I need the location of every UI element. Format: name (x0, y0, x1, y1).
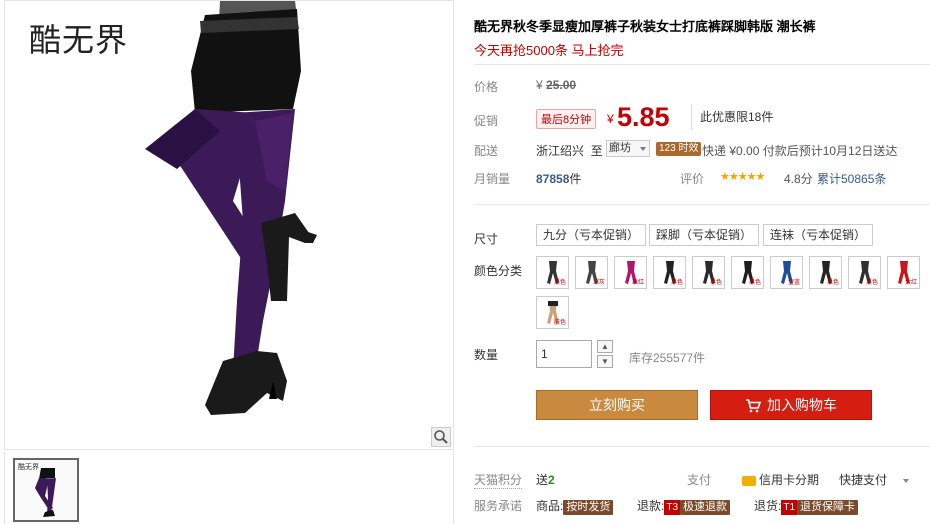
product-page: 酷无界 酷无界 酷无界秋冬季显瘦加厚裤子秋装女士打底裤踩脚韩版 潮长裤 今天再抢… (0, 0, 930, 524)
price-label: 价格 (474, 80, 499, 94)
quantity-decrease-button[interactable]: ▼ (597, 355, 613, 368)
thumbnail-strip: 酷无界 (4, 452, 454, 524)
original-price-currency: ¥ (536, 78, 543, 92)
size-label: 尺寸 (474, 232, 499, 246)
cumulative-reviews-link[interactable]: 累计50865条 (817, 170, 886, 187)
points-award: 送2 (536, 471, 555, 488)
quick-pay[interactable]: 快捷支付 (839, 471, 910, 488)
size-option-3[interactable]: 连袜（亏本促销） (763, 224, 874, 246)
color-swatch[interactable]: 玫红 (614, 256, 647, 289)
product-title: 酷无界秋冬季显瘦加厚裤子秋装女士打底裤踩脚韩版 潮长裤 (474, 19, 816, 34)
points-award-text: 送 (536, 473, 549, 487)
return-promise-level: T1 (781, 500, 798, 515)
divider (474, 204, 930, 205)
quantity-increase-button[interactable]: ▲ (597, 340, 613, 353)
color-swatch[interactable]: 黑色 (848, 256, 881, 289)
promo-label: 促销 (474, 114, 499, 128)
quick-pay-label: 快捷支付 (839, 473, 888, 487)
color-swatch[interactable]: 黑色 (692, 256, 725, 289)
swatch-tag: 玫红 (631, 280, 644, 286)
tmall-points-label[interactable]: 天猫积分 (474, 471, 523, 489)
credit-installment-label: 信用卡分期 (759, 473, 820, 487)
original-price-value: 25.00 (546, 78, 577, 92)
credit-card-icon (742, 475, 756, 486)
original-price: ¥ 25.00 (536, 78, 576, 92)
swatch-tag: 黑色 (826, 280, 839, 286)
color-swatch[interactable]: 黑色 (536, 256, 569, 289)
refund-promise-tag: 极速退款 (680, 500, 731, 515)
rating-label: 评价 (680, 172, 705, 186)
swatch-tag: 肤色 (553, 320, 566, 326)
swatch-tag: 深灰 (592, 280, 605, 286)
destination-value: 廊坊 (609, 142, 631, 154)
monthly-sales-unit: 件 (569, 172, 582, 186)
add-to-cart-label: 加入购物车 (767, 397, 837, 413)
promo-price: 5.85 (617, 102, 670, 132)
return-promise-prefix: 退货: (754, 499, 782, 513)
shipping-to-word: 至 (590, 144, 603, 158)
color-swatch[interactable]: 黑色 (809, 256, 842, 289)
size-option-1[interactable]: 九分（亏本促销） (536, 224, 647, 246)
product-subtitle: 今天再抢5000条 马上抢完 (474, 43, 624, 58)
shipping-origin-city: 浙江绍兴 (536, 144, 585, 158)
monthly-sales-label: 月销量 (474, 172, 511, 186)
color-swatch[interactable]: 大红 (887, 256, 920, 289)
color-swatch[interactable]: 黑色 (653, 256, 686, 289)
refund-promise[interactable]: 退款: T3 极速退款 (637, 497, 731, 515)
goods-promise[interactable]: 商品: 按时发货 (536, 497, 614, 515)
promo-countdown-badge: 最后8分钟 (536, 109, 597, 129)
quantity-input[interactable]: 1 (536, 340, 592, 368)
swatch-tag: 黑色 (748, 280, 761, 286)
return-promise-tag: 退货保障卡 (797, 500, 859, 515)
monthly-sales-count[interactable]: 87858 (536, 172, 569, 186)
size-option-2[interactable]: 踩脚（亏本促销） (649, 224, 760, 246)
main-product-image[interactable]: 酷无界 (4, 0, 454, 450)
chevron-down-icon (640, 147, 646, 151)
shipping-origin: 浙江绍兴 至 (536, 142, 603, 159)
refund-promise-level: T3 (664, 500, 681, 515)
color-swatch[interactable]: 黑色 (731, 256, 764, 289)
promo-currency: ¥ (607, 112, 614, 126)
refund-promise-prefix: 退款: (637, 499, 665, 513)
shipping-label: 配送 (474, 144, 499, 158)
points-award-value: 2 (548, 473, 555, 487)
color-swatch[interactable]: 宝蓝 (770, 256, 803, 289)
add-to-cart-button[interactable]: 加入购物车 (710, 390, 872, 420)
goods-promise-tag: 按时发货 (563, 500, 614, 515)
service-promise-label: 服务承诺 (474, 499, 523, 513)
cart-icon (746, 399, 762, 413)
zoom-icon[interactable] (431, 427, 451, 447)
divider (474, 446, 930, 447)
rating-stars-icon: ★★★★★ (720, 171, 765, 183)
credit-installment[interactable]: 信用卡分期 (742, 471, 819, 488)
thumbnail-1[interactable]: 酷无界 (13, 458, 79, 522)
swatch-tag: 黑色 (553, 280, 566, 286)
destination-select[interactable]: 廊坊 (606, 140, 650, 157)
swatch-tag: 黑色 (865, 280, 878, 286)
divider (474, 64, 930, 65)
color-swatch[interactable]: 肤色 (536, 296, 569, 329)
buy-now-button[interactable]: 立刻购买 (536, 390, 698, 420)
delivery-time-badge: 123 时效 (656, 142, 702, 156)
return-promise[interactable]: 退货: T1 退货保障卡 (754, 497, 859, 515)
rating-score: 4.8分 (784, 172, 813, 186)
monthly-sales: 87858件 (536, 170, 581, 187)
swatch-tag: 黑色 (670, 280, 683, 286)
stock-count: 库存255577件 (629, 351, 706, 365)
leggings-photo (145, 1, 317, 415)
payment-label: 支付 (687, 473, 712, 487)
swatch-tag: 黑色 (709, 280, 722, 286)
quantity-label: 数量 (474, 348, 499, 362)
color-label: 颜色分类 (474, 264, 523, 278)
chevron-down-icon (903, 478, 910, 483)
swatch-tag: 宝蓝 (787, 280, 800, 286)
swatch-tag: 大红 (904, 280, 917, 286)
goods-promise-prefix: 商品: (536, 499, 564, 513)
color-swatch[interactable]: 深灰 (575, 256, 608, 289)
promo-limit-note: 此优惠限18件 (691, 104, 773, 130)
thumbnail-brand: 酷无界 (18, 464, 39, 471)
shipping-detail: 快递 ¥0.00 付款后预计10月12日送达 (702, 144, 898, 158)
